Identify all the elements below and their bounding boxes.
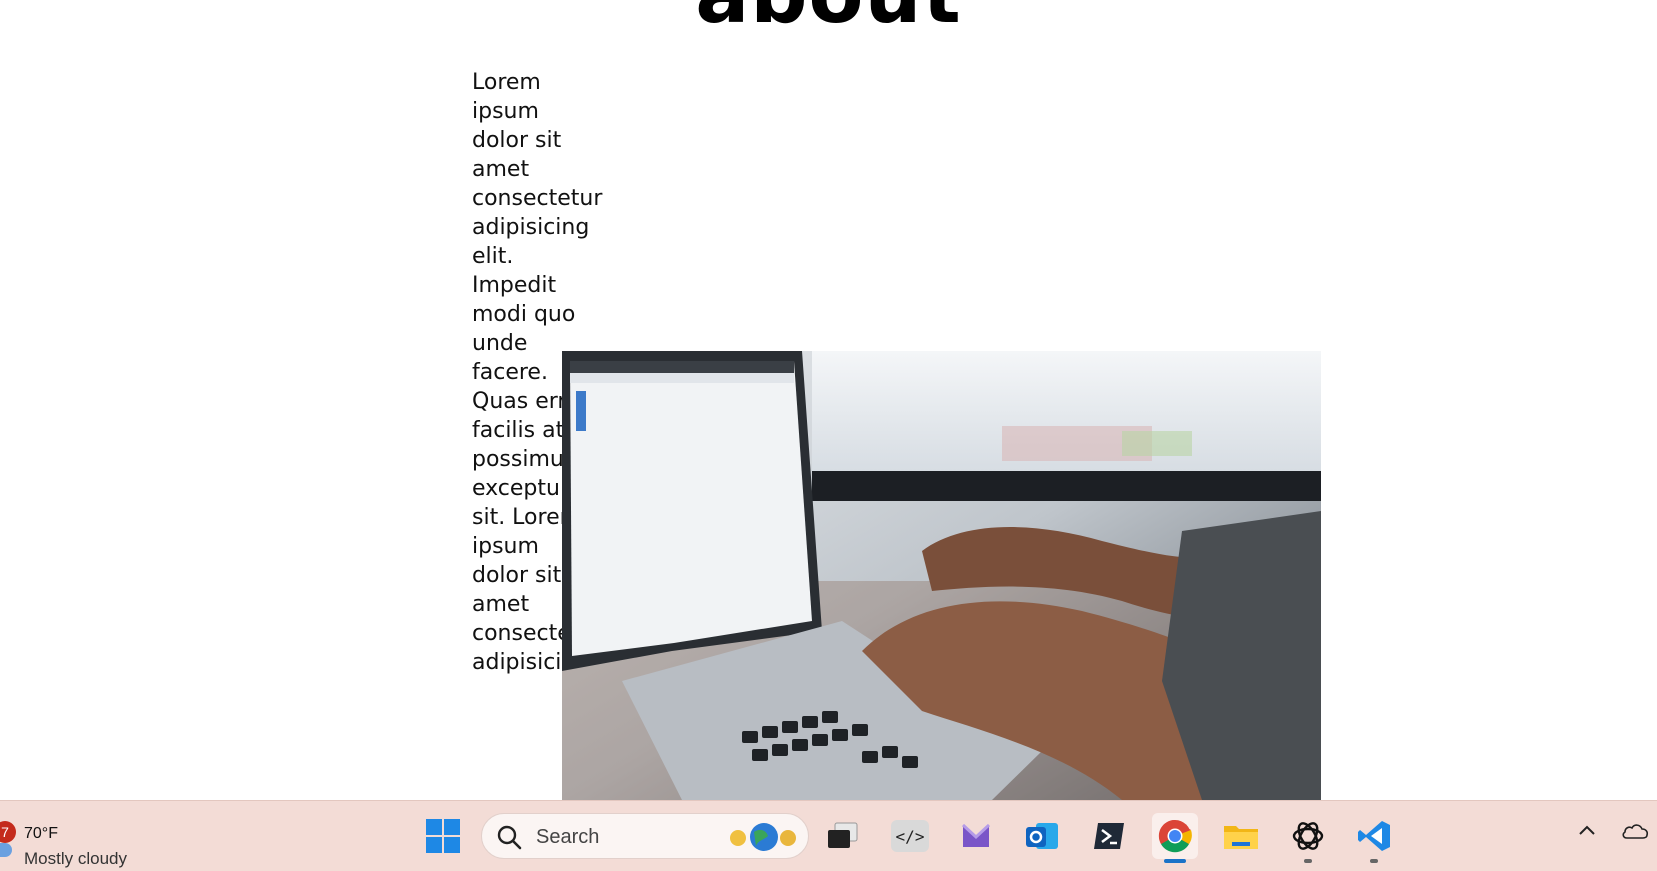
globe-icon [730,823,796,851]
onedrive-icon [1622,824,1649,839]
dev-home-button[interactable]: </> [887,813,933,859]
running-indicator [1370,859,1378,863]
start-button[interactable] [420,813,466,859]
outlook-button[interactable] [1019,813,1065,859]
weather-condition: Mostly cloudy [24,849,127,868]
weather-widget[interactable]: 7 70°F Mostly cloudy [0,813,170,868]
vscode-button[interactable] [1351,813,1397,863]
search-icon [497,825,522,850]
task-view-button[interactable] [820,813,866,859]
cloud-icon [0,843,12,857]
onedrive-button[interactable] [1620,819,1650,848]
search-box[interactable]: Search [481,813,809,859]
taskbar: 7 70°F Mostly cloudy Search </> [0,800,1657,871]
page-heading: about [0,0,1657,41]
mail-icon [961,823,991,847]
windows-logo-icon [426,819,460,853]
openai-icon [1292,822,1324,850]
file-explorer-button[interactable] [1218,813,1264,859]
task-view-icon [828,822,858,848]
notification-badge: 7 [0,821,16,843]
terminal-button[interactable] [1086,813,1132,859]
mail-app-button[interactable] [953,813,999,859]
powershell-icon [1094,823,1124,849]
search-label: Search [536,826,600,848]
weather-temperature: 70°F [24,825,58,842]
laptop-typing-photo [562,351,1321,800]
outlook-icon [1026,823,1058,849]
active-app-indicator [1164,859,1186,863]
code-tag-icon: </> [891,820,929,852]
chrome-button[interactable] [1152,813,1198,863]
web-page: about Lorem ipsum dolor sit amet consect… [0,0,1657,800]
chatgpt-button[interactable] [1285,813,1331,863]
running-indicator [1304,859,1312,863]
folder-icon [1224,826,1258,849]
chrome-icon [1158,819,1192,853]
show-hidden-icons-button[interactable] [1575,819,1599,848]
chevron-up-icon [1579,825,1595,835]
vscode-icon [1358,821,1390,851]
